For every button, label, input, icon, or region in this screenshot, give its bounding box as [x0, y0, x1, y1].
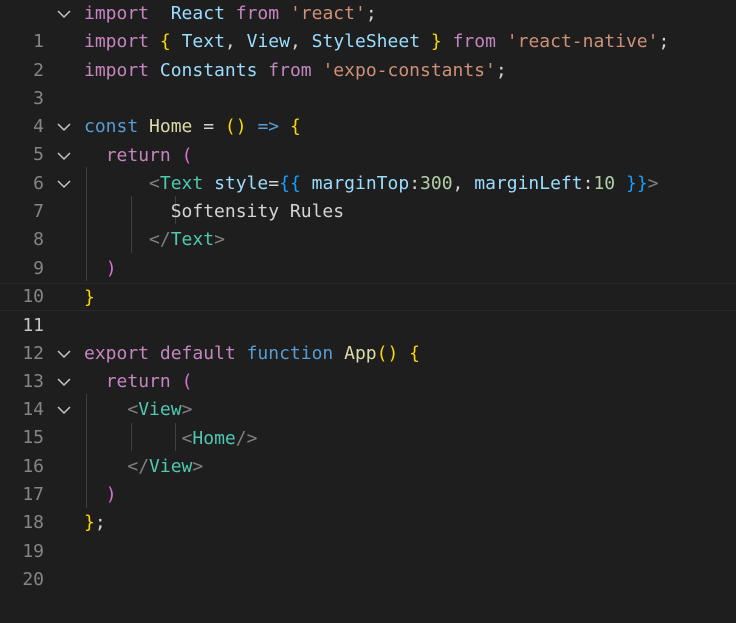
token: < [127, 399, 139, 421]
code-line-9[interactable]: 9 </Text> [0, 226, 736, 278]
token: Text [170, 229, 215, 251]
token: 300 [420, 172, 453, 194]
token: { [289, 116, 301, 138]
token: , [289, 31, 301, 53]
token: function [246, 342, 334, 364]
token: Text [181, 31, 225, 53]
token: } [430, 31, 442, 53]
code-line-14[interactable]: 14 return ( [0, 368, 736, 420]
chevron-down-icon[interactable] [56, 396, 72, 424]
token: const [84, 116, 139, 138]
token: < [149, 172, 160, 194]
token: App [344, 342, 377, 364]
token: > [192, 455, 204, 477]
token: marginTop [311, 172, 410, 194]
token: import [84, 31, 150, 53]
chevron-down-icon[interactable] [56, 142, 72, 170]
token: StyleSheet [311, 31, 421, 53]
token: ) [105, 484, 117, 506]
token: > [214, 229, 225, 251]
token: import [84, 3, 150, 24]
token: < [181, 427, 193, 449]
token: Softensity Rules [170, 201, 345, 223]
token: => [257, 116, 280, 138]
token: Home [149, 116, 193, 138]
token: { [409, 342, 421, 364]
token: ( [181, 144, 193, 166]
token: , [224, 31, 236, 53]
code-line-2[interactable]: 2 import { Text, View, StyleSheet } from… [0, 28, 736, 80]
chevron-down-icon[interactable] [56, 113, 72, 141]
token: ; [365, 3, 377, 24]
code-line-8[interactable]: 8 Softensity Rules [0, 198, 736, 250]
token: > [647, 172, 659, 194]
token: from [235, 3, 280, 24]
code-line-5[interactable]: 5 const Home = () => { [0, 113, 736, 165]
token: Home [192, 427, 236, 449]
code-line-18[interactable]: 18 ) [0, 481, 736, 533]
token: default [159, 342, 236, 364]
token: ; [658, 31, 670, 53]
code-line-3[interactable]: 3 import Constants from 'expo-constants'… [0, 57, 736, 109]
code-line-1[interactable]: 1 import React from 'react'; [0, 0, 736, 52]
token: </ [149, 229, 171, 251]
chevron-down-icon[interactable] [56, 170, 72, 198]
token: return [105, 144, 171, 166]
token: from [452, 31, 496, 53]
code-editor[interactable]: 1 import React from 'react'; 2 import { … [0, 0, 736, 590]
token: () [376, 342, 399, 364]
token: React [170, 3, 225, 24]
token: 'react' [289, 3, 366, 24]
token: ( [181, 370, 193, 392]
token: ) [105, 257, 117, 279]
code-line-15[interactable]: 15 <View> [0, 396, 736, 448]
code-line-11[interactable]: 11 } [0, 283, 736, 336]
code-line-4[interactable]: 4 [0, 85, 736, 137]
token: > [181, 399, 193, 421]
code-line-13[interactable]: 13 export default function App() { [0, 340, 736, 392]
line-number: 20 [22, 568, 44, 590]
token: } [84, 512, 95, 534]
token: 'react-native' [506, 31, 659, 53]
code-line-19[interactable]: 19 }; [0, 509, 736, 561]
chevron-down-icon[interactable] [56, 340, 72, 368]
token: , [452, 172, 464, 194]
token: Constants [159, 59, 258, 81]
token: : [409, 172, 421, 194]
token: View [149, 455, 193, 477]
chevron-down-icon[interactable] [56, 0, 72, 28]
token: () [224, 116, 247, 138]
token: : [582, 172, 594, 194]
token: } [84, 287, 95, 308]
token: /> [235, 427, 258, 449]
chevron-down-icon[interactable] [56, 368, 72, 396]
code-line-16[interactable]: 16 <Home/> [0, 425, 736, 477]
token: 10 [593, 172, 616, 194]
token: Text [159, 172, 204, 194]
token: 'expo-constants' [322, 59, 496, 81]
token: import [84, 59, 150, 81]
code-line-17[interactable]: 17 </View> [0, 453, 736, 505]
token: ; [94, 512, 106, 534]
token: = [203, 116, 215, 138]
code-line-20[interactable]: 20 [0, 538, 736, 590]
token: export [84, 342, 150, 364]
code-line-12[interactable]: 12 [0, 311, 736, 364]
code-line-6[interactable]: 6 return ( [0, 142, 736, 194]
token: = [268, 172, 280, 194]
token: { [159, 31, 171, 53]
code-line-7[interactable]: 7 <Text style={{ marginTop:300, marginLe… [0, 170, 736, 222]
token: style [214, 172, 269, 194]
token: View [138, 399, 182, 421]
token: return [105, 370, 171, 392]
code-line-10[interactable]: 10 ) [0, 255, 736, 307]
token: from [268, 59, 312, 81]
token: </ [127, 455, 150, 477]
token: ; [495, 59, 507, 81]
token: View [246, 31, 290, 53]
token: {{ [279, 172, 301, 194]
token: }} [625, 172, 648, 194]
token: marginLeft [474, 172, 583, 194]
